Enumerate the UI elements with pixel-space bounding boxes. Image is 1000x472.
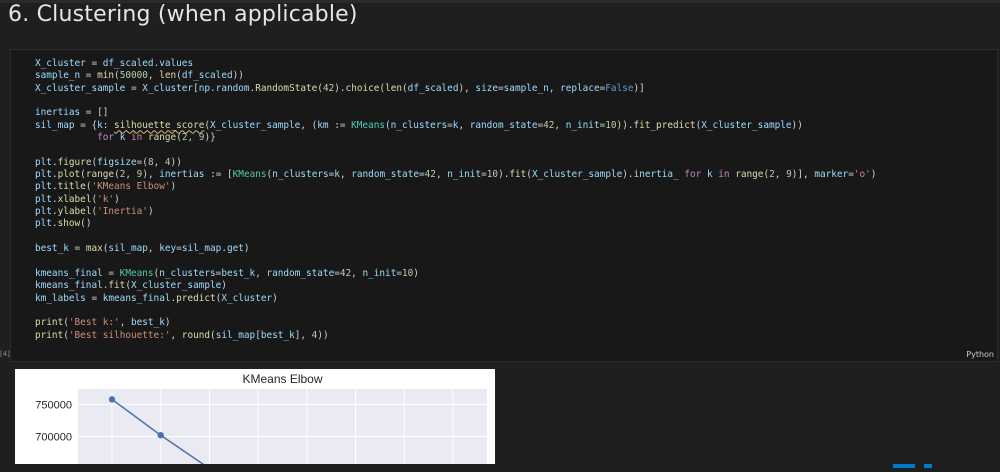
code-cell[interactable]: X_cluster = df_scaled.values sample_n = m… [10, 49, 998, 362]
code-line[interactable]: for k in range(2, 9)} [35, 132, 876, 144]
data-point [157, 432, 164, 439]
code-line[interactable]: plt.plot(range(2, 9), inertias := [KMean… [35, 169, 876, 181]
chart-title: KMeans Elbow [242, 372, 322, 386]
code-line[interactable]: km_labels = kmeans_final.predict(X_clust… [35, 293, 876, 305]
code-line[interactable]: sil_map = {k: silhouette_score(X_cluster… [35, 120, 876, 132]
code-line[interactable]: kmeans_final.fit(X_cluster_sample) [35, 280, 876, 292]
code-editor[interactable]: X_cluster = df_scaled.values sample_n = m… [35, 58, 876, 342]
code-line[interactable]: ​ [35, 95, 876, 107]
status-bar-item[interactable] [924, 464, 932, 468]
cell-language-label[interactable]: Python [966, 350, 994, 359]
code-line[interactable]: plt.show() [35, 218, 876, 230]
code-line[interactable]: ​ [35, 256, 876, 268]
code-line[interactable]: ​ [35, 231, 876, 243]
y-tick-label: 750000 [35, 400, 72, 412]
code-line[interactable]: ​ [35, 305, 876, 317]
code-line[interactable]: print('Best k:', best_k) [35, 317, 876, 329]
code-line[interactable]: plt.xlabel('k') [35, 194, 876, 206]
status-bar [0, 464, 1000, 468]
execution-count: [4] [0, 350, 10, 358]
code-line[interactable]: kmeans_final = KMeans(n_clusters=best_k,… [35, 268, 876, 280]
elbow-chart: 700000 750000 KMeans Elbow [35, 372, 487, 472]
code-line[interactable]: ​ [35, 144, 876, 156]
code-line[interactable]: X_cluster_sample = X_cluster[np.random.R… [35, 83, 876, 95]
y-tick-label: 700000 [35, 432, 72, 444]
data-point [108, 396, 116, 403]
section-heading: 6. Clustering (when applicable) [8, 2, 358, 27]
code-line[interactable]: plt.title('KMeans Elbow') [35, 181, 876, 193]
status-bar-item[interactable] [893, 464, 915, 468]
code-line[interactable]: print('Best silhouette:', round(sil_map[… [35, 330, 876, 342]
code-line[interactable]: sample_n = min(50000, len(df_scaled)) [35, 70, 876, 82]
cell-output-chart: 700000 750000 KMeans Elbow [15, 369, 495, 472]
code-line[interactable]: plt.figure(figsize=(8, 4)) [35, 157, 876, 169]
code-line[interactable]: inertias = [] [35, 107, 876, 119]
code-line[interactable]: plt.ylabel('Inertia') [35, 206, 876, 218]
code-line[interactable]: X_cluster = df_scaled.values [35, 58, 876, 70]
code-line[interactable]: best_k = max(sil_map, key=sil_map.get) [35, 243, 876, 255]
plot-area [78, 389, 487, 468]
